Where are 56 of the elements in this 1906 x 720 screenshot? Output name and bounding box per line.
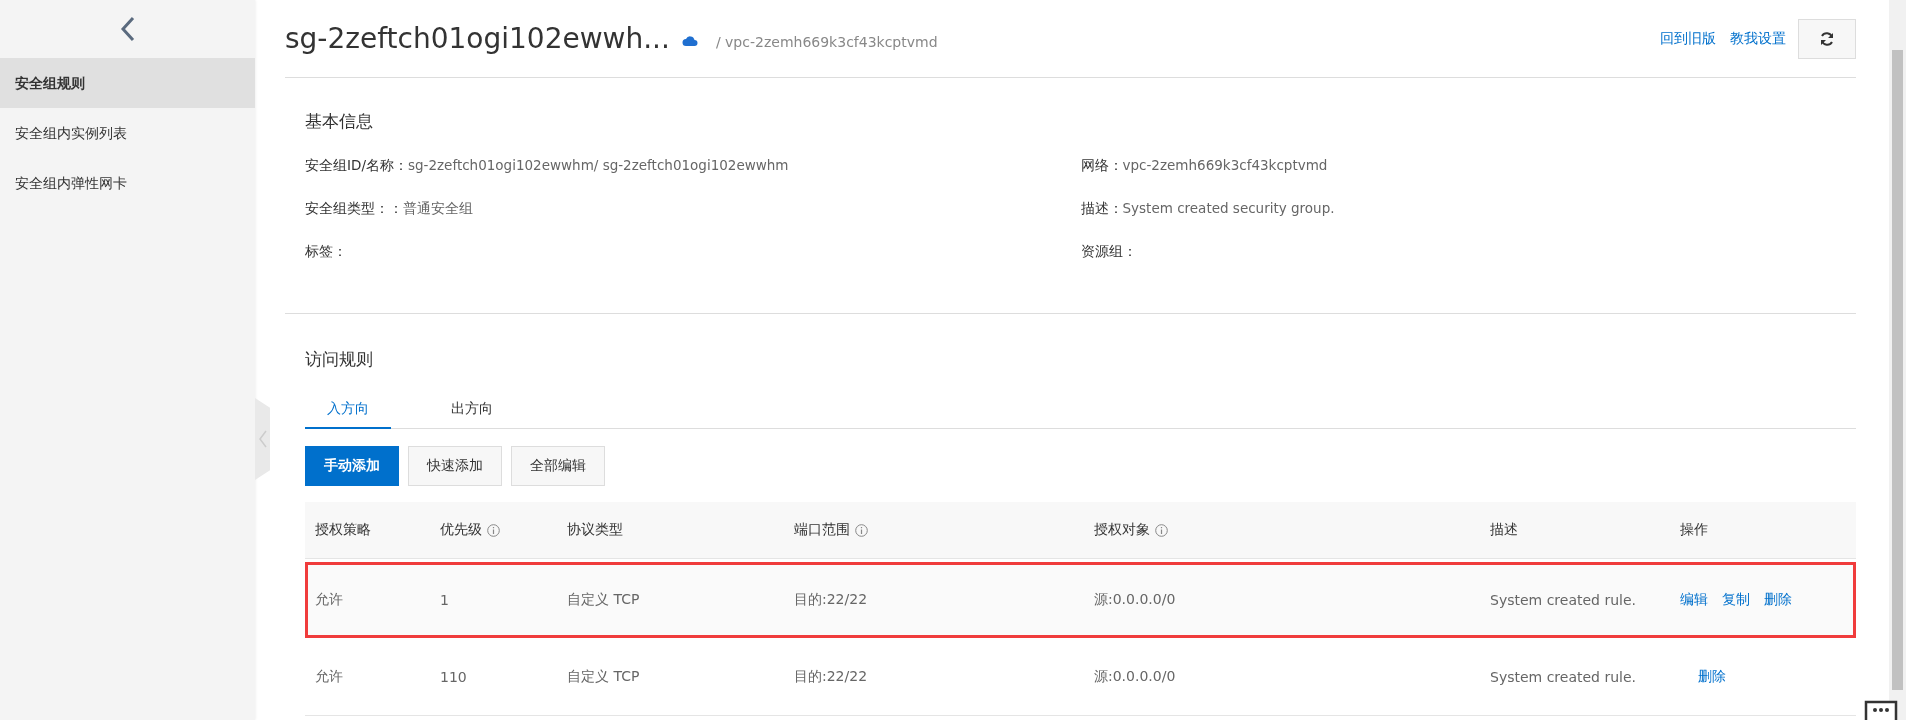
vpc-id: / vpc-2zemh669k3cf43kcptvmd bbox=[715, 33, 938, 50]
table-cell: 目的:22/22 bbox=[794, 667, 868, 684]
table-cell: System created rule. bbox=[1490, 668, 1636, 685]
column-header: 优先级 bbox=[440, 521, 482, 539]
table-cell: 110 bbox=[440, 668, 467, 685]
tab[interactable]: 入方向 bbox=[305, 389, 391, 429]
column-header: 授权策略 bbox=[315, 521, 371, 539]
chat-icon[interactable] bbox=[1864, 700, 1898, 720]
info-icon[interactable] bbox=[855, 523, 868, 537]
field-value: vpc-2zemh669k3cf43kcptvmd bbox=[1122, 157, 1328, 173]
tab[interactable]: 出方向 bbox=[429, 389, 515, 429]
table-cell: System created rule. bbox=[1490, 591, 1636, 608]
field-label: 安全组ID/名称： bbox=[305, 157, 408, 173]
column-header: 端口范围 bbox=[794, 521, 850, 539]
header-link[interactable]: 教我设置 bbox=[1730, 29, 1786, 48]
sidebar-item[interactable]: 安全组规则 bbox=[0, 58, 255, 108]
header-link[interactable]: 回到旧版 bbox=[1660, 29, 1716, 48]
sidebar-item[interactable]: 安全组内实例列表 bbox=[0, 108, 255, 158]
field-label: 描述： bbox=[1080, 200, 1123, 216]
table-cell: 源:0.0.0.0/0 bbox=[1094, 590, 1176, 607]
cloud-icon bbox=[681, 34, 698, 47]
action-button[interactable]: 手动添加 bbox=[305, 446, 399, 486]
column-header: 授权对象 bbox=[1094, 521, 1150, 539]
page-title: sg-2zeftch01ogi102ewwh... bbox=[285, 22, 670, 55]
field-label: 资源组： bbox=[1080, 243, 1137, 259]
action-button[interactable]: 快速添加 bbox=[408, 446, 502, 486]
refresh-icon bbox=[1819, 30, 1835, 47]
table-cell: 允许 bbox=[315, 590, 343, 607]
info-icon[interactable] bbox=[487, 523, 500, 537]
field-label: 标签： bbox=[305, 243, 347, 259]
section-title: 访问规则 bbox=[305, 348, 374, 371]
table-cell: 允许 bbox=[315, 667, 343, 684]
scrollbar[interactable] bbox=[1889, 0, 1906, 720]
row-action-link[interactable]: 编辑 bbox=[1680, 590, 1708, 609]
refresh-button[interactable] bbox=[1798, 18, 1856, 59]
column-header: 操作 bbox=[1680, 521, 1708, 539]
field-label: 安全组类型：： bbox=[305, 200, 403, 216]
table-cell: 目的:22/22 bbox=[794, 590, 868, 607]
row-action-link[interactable]: 复制 bbox=[1722, 590, 1750, 609]
table-cell: 源:0.0.0.0/0 bbox=[1094, 667, 1176, 684]
row-action-link[interactable]: 删除 bbox=[1764, 590, 1792, 609]
row-action-link[interactable]: 删除 bbox=[1698, 667, 1726, 686]
column-header: 描述 bbox=[1490, 521, 1518, 539]
field-value: sg-2zeftch01ogi102ewwhm/ sg-2zeftch01ogi102ewwhm bbox=[407, 157, 789, 173]
field-value: 普通安全组 bbox=[403, 200, 473, 216]
table-cell: 自定义 TCP bbox=[567, 590, 640, 607]
sidebar-item[interactable]: 安全组内弹性网卡 bbox=[0, 158, 255, 208]
field-label: 网络： bbox=[1080, 157, 1123, 173]
table-cell: 自定义 TCP bbox=[567, 667, 640, 684]
action-button[interactable]: 全部编辑 bbox=[511, 446, 605, 486]
chevron-left-icon[interactable] bbox=[119, 16, 136, 42]
section-title: 基本信息 bbox=[305, 110, 374, 133]
info-icon[interactable] bbox=[1155, 523, 1168, 537]
field-value: System created security group. bbox=[1122, 200, 1335, 216]
column-header: 协议类型 bbox=[567, 521, 623, 539]
table-cell: 1 bbox=[440, 591, 449, 608]
